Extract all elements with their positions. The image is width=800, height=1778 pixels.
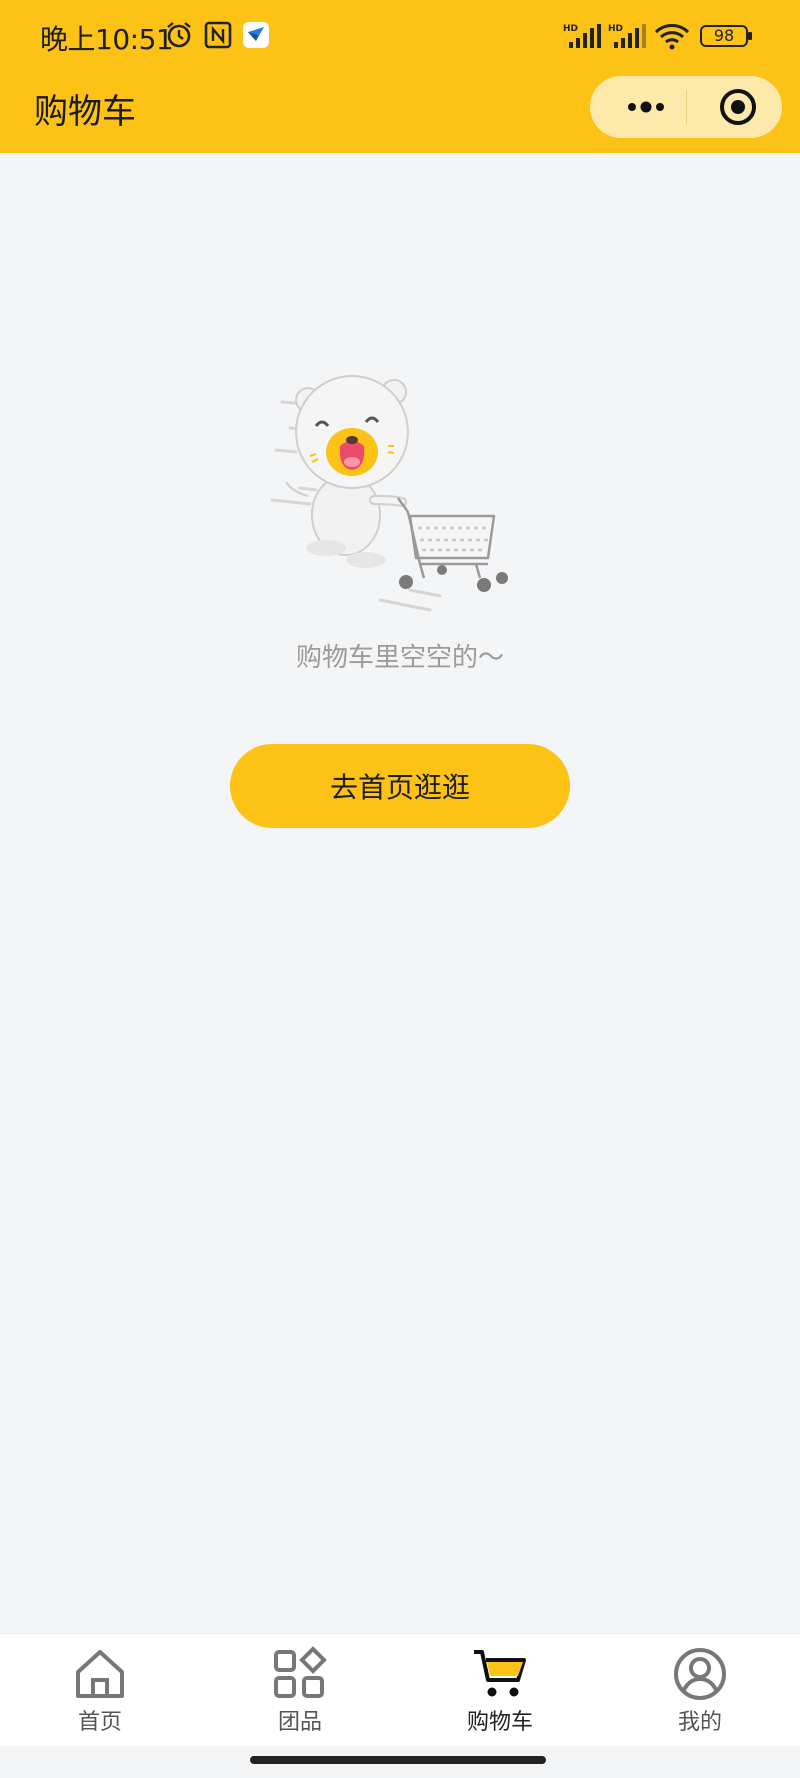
home-icon	[76, 1650, 124, 1698]
alarm-icon	[164, 20, 194, 54]
go-home-button[interactable]: 去首页逛逛	[230, 744, 570, 828]
status-time: 晚上10:51	[40, 23, 174, 56]
profile-icon	[674, 1648, 726, 1700]
category-grid-icon	[274, 1646, 327, 1698]
tab-profile[interactable]: 我的	[600, 1634, 800, 1746]
target-close-icon	[720, 89, 756, 125]
home-indicator	[250, 1756, 546, 1764]
cart-icon	[474, 1650, 526, 1697]
nfc-icon	[204, 20, 232, 54]
battery-level: 98	[713, 26, 735, 45]
mini-program-capsule	[590, 76, 782, 138]
tab-label: 我的	[677, 1710, 722, 1735]
svg-text:HD: HD	[563, 24, 578, 34]
hd-signal-icon: HD	[563, 22, 603, 54]
tab-label: 购物车	[466, 1710, 533, 1735]
app-notification-icon	[242, 20, 270, 54]
bottom-tab-bar: 首页 团品 购物车 我的	[0, 1633, 800, 1746]
hd-signal-icon: HD	[608, 22, 648, 54]
tab-label: 团品	[277, 1710, 322, 1735]
tab-label: 首页	[77, 1710, 122, 1735]
svg-text:HD: HD	[608, 24, 623, 34]
wifi-icon	[654, 22, 690, 54]
empty-cart-message: 购物车里空空的～	[295, 643, 504, 673]
capsule-divider	[686, 90, 687, 124]
page-title: 购物车	[34, 92, 136, 132]
tab-group-products[interactable]: 团品	[200, 1634, 400, 1746]
app-header: 晚上10:51 HD HD 98 购物车	[0, 0, 800, 153]
close-mini-program-button[interactable]	[702, 76, 772, 138]
more-dots-icon	[628, 101, 664, 113]
bear-cart-illustration	[270, 375, 508, 612]
tab-home[interactable]: 首页	[0, 1634, 200, 1746]
tab-cart[interactable]: 购物车	[400, 1634, 600, 1746]
more-button[interactable]	[616, 76, 676, 138]
